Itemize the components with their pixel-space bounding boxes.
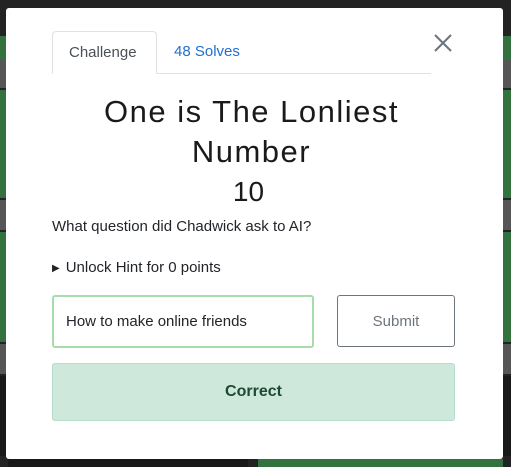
challenge-modal: Challenge 48 Solves One is The Lonliest … <box>6 8 503 459</box>
unlock-hint-toggle[interactable]: ▶ Unlock Hint for 0 points <box>52 259 221 276</box>
hint-label: Unlock Hint for 0 points <box>65 259 221 276</box>
tab-solves[interactable]: 48 Solves <box>158 31 256 73</box>
close-button[interactable] <box>430 30 456 56</box>
challenge-tabs: Challenge 48 Solves <box>52 31 431 74</box>
tab-challenge[interactable]: Challenge <box>52 31 157 74</box>
challenge-description: What question did Chadwick ask to AI? <box>52 218 312 235</box>
answer-input[interactable] <box>52 295 314 348</box>
challenge-title: One is The Lonliest Number <box>6 92 503 172</box>
triangle-right-icon: ▶ <box>52 263 60 274</box>
submit-button[interactable]: Submit <box>337 295 455 347</box>
result-notification: Correct <box>52 363 455 421</box>
challenge-title-text: One is The Lonliest Number <box>103 94 400 169</box>
close-icon <box>434 34 452 52</box>
challenge-points: 10 <box>232 176 265 207</box>
